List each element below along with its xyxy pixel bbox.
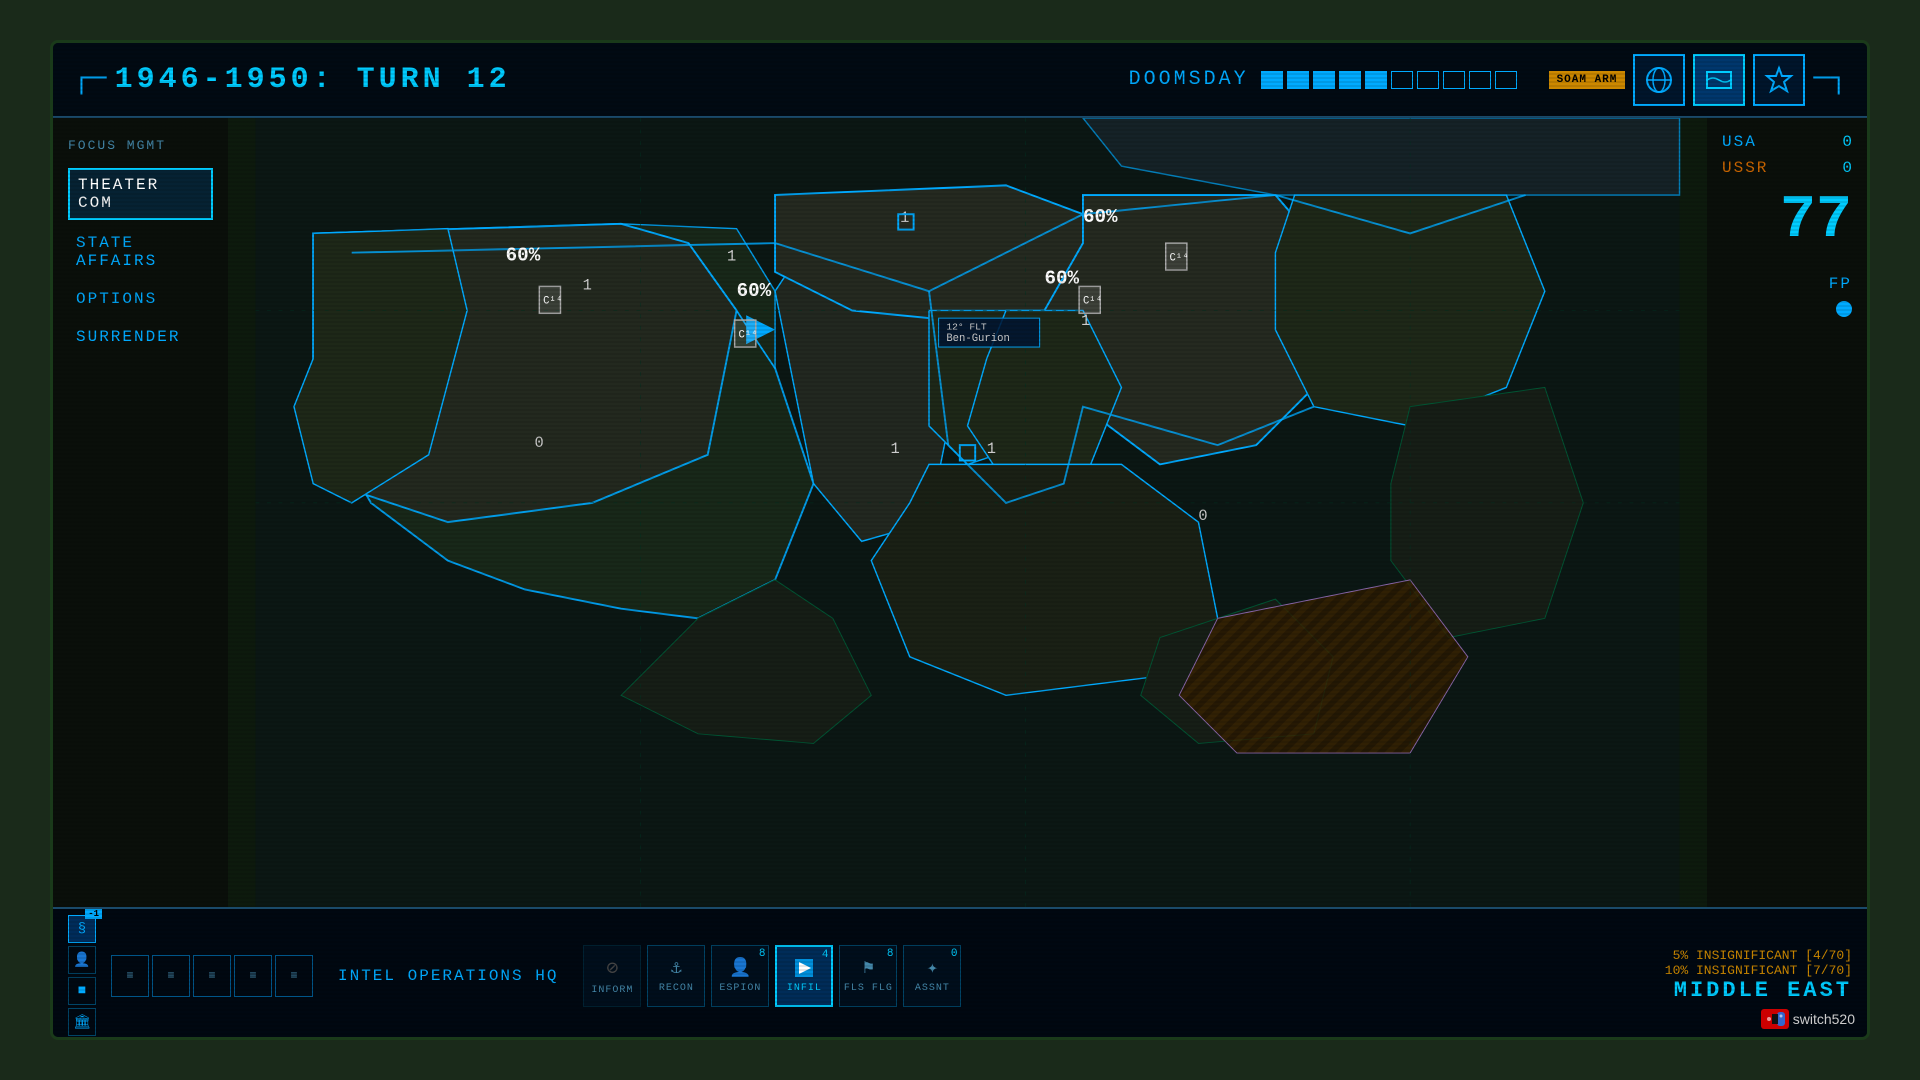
badge-icon[interactable]: § — [68, 915, 96, 943]
usa-label: USA — [1722, 133, 1757, 151]
svg-text:C¹⁴: C¹⁴ — [738, 329, 757, 341]
ussr-score: 0 — [1842, 159, 1852, 177]
doomsday-section: DOOMSDAY SOAM ARM — [1129, 54, 1806, 106]
switch-text: switch520 — [1793, 1011, 1855, 1027]
ops-btn-infil-label: INFIL — [787, 983, 822, 994]
stack-icon-4[interactable]: ≡ — [234, 955, 272, 997]
stack-icon-3[interactable]: ≡ — [193, 955, 231, 997]
svg-text:12° FLT: 12° FLT — [946, 322, 987, 333]
shield-icon[interactable]: ■ — [68, 977, 96, 1005]
bottom-panel: § -1 👤 ■ 🏛 ≡ ≡ ≡ ≡ ≡ INTEL OPERATIONS HQ — [53, 907, 1867, 1037]
doomsday-block-1 — [1261, 71, 1283, 89]
turn-title: 1946-1950: TURN 12 — [115, 63, 511, 97]
bracket-left: ┌─ — [73, 64, 107, 95]
fp-dot — [1836, 301, 1852, 317]
svg-text:1: 1 — [583, 276, 592, 294]
doomsday-label: DOOMSDAY — [1129, 68, 1249, 91]
sidebar: FOCUS MGMT THEATER COM STATE AFFAIRS OPT… — [53, 118, 228, 380]
doomsday-block-9 — [1469, 71, 1491, 89]
svg-text:60%: 60% — [737, 280, 772, 302]
focus-mgmt-label: FOCUS MGMT — [68, 138, 213, 153]
svg-text:Ben-Gurion: Ben-Gurion — [946, 333, 1009, 345]
usa-score-row: USA 0 — [1722, 133, 1852, 151]
stat-line2: 10% INSIGNIFICANT [7/70] — [1665, 963, 1852, 978]
switch-icon — [1761, 1009, 1789, 1029]
bottom-mini-icons: § -1 👤 ■ 🏛 — [68, 915, 96, 1036]
main-screen: ┌─ 1946-1950: TURN 12 DOOMSDAY SOAM ARM — [50, 40, 1870, 1040]
sidebar-item-surrender[interactable]: SURRENDER — [68, 322, 213, 352]
ops-btn-assnt[interactable]: 0 ✦ ASSNT — [903, 945, 961, 1007]
svg-text:60%: 60% — [1083, 206, 1118, 228]
doomsday-block-3 — [1313, 71, 1335, 89]
intel-hq-label: INTEL OPERATIONS HQ — [338, 967, 558, 985]
doomsday-block-5 — [1365, 71, 1387, 89]
switch-logo: switch520 — [1761, 1009, 1855, 1029]
ops-btn-espion[interactable]: 8 👤 ESPION — [711, 945, 769, 1007]
ops-btn-inform[interactable]: ⊘ INFORM — [583, 945, 641, 1007]
building-icon[interactable]: 🏛 — [68, 1008, 96, 1036]
svg-text:0: 0 — [535, 434, 544, 452]
stack-icon-1[interactable]: ≡ — [111, 955, 149, 997]
fp-label: FP — [1722, 275, 1852, 293]
stack-icon-2[interactable]: ≡ — [152, 955, 190, 997]
ops-btn-infil[interactable]: 4 INFIL — [775, 945, 833, 1007]
doomsday-block-2 — [1287, 71, 1309, 89]
person-icon[interactable]: 👤 — [68, 946, 96, 974]
vp-number: 77 — [1722, 187, 1852, 255]
doomsday-block-4 — [1339, 71, 1361, 89]
ops-btn-recon[interactable]: ⚓ RECON — [647, 945, 705, 1007]
sidebar-item-options[interactable]: OPTIONS — [68, 284, 213, 314]
ussr-score-row: USSR 0 — [1722, 159, 1852, 177]
ops-btn-espion-label: ESPION — [719, 983, 761, 994]
doomsday-block-7 — [1417, 71, 1439, 89]
usa-score: 0 — [1842, 133, 1852, 151]
map-area[interactable]: 60% 60% 60% 60% 1 1 1 1 1 1 0 0 C¹⁴ C¹⁴ — [228, 118, 1707, 907]
svg-text:C¹⁴: C¹⁴ — [1083, 296, 1102, 308]
svg-text:1: 1 — [891, 440, 900, 458]
ops-buttons: ⊘ INFORM ⚓ RECON 8 👤 ESPION 4 INFIL — [583, 945, 961, 1007]
svg-text:0: 0 — [1198, 507, 1207, 525]
stack-icon-5[interactable]: ≡ — [275, 955, 313, 997]
ops-btn-flsflg[interactable]: 8 ⚑ FLS FLG — [839, 945, 897, 1007]
svg-text:1: 1 — [727, 247, 736, 265]
star-icon-btn[interactable] — [1753, 54, 1805, 106]
svg-text:C¹⁴: C¹⁴ — [1170, 252, 1189, 264]
header-bar: ┌─ 1946-1950: TURN 12 DOOMSDAY SOAM ARM — [53, 43, 1867, 118]
doomsday-block-10 — [1495, 71, 1517, 89]
svg-text:1: 1 — [987, 440, 996, 458]
svg-text:1: 1 — [900, 209, 909, 227]
bracket-right: ─┐ — [1813, 64, 1847, 95]
region-label: MIDDLE EAST — [1665, 978, 1852, 1003]
ops-btn-flsflg-label: FLS FLG — [844, 983, 893, 994]
stat-line1: 5% INSIGNIFICANT [4/70] — [1665, 948, 1852, 963]
ussr-label: USSR — [1722, 159, 1768, 177]
globe-icon-btn[interactable] — [1633, 54, 1685, 106]
doomsday-blocks — [1261, 71, 1517, 89]
ops-btn-assnt-label: ASSNT — [915, 983, 950, 994]
ops-btn-inform-label: INFORM — [591, 985, 633, 996]
stack-icons-row: ≡ ≡ ≡ ≡ ≡ — [111, 955, 313, 997]
svg-text:60%: 60% — [1044, 267, 1079, 289]
sidebar-item-theater-com[interactable]: THEATER COM — [68, 168, 213, 220]
svg-text:60%: 60% — [506, 244, 541, 266]
score-panel: USA 0 USSR 0 77 FP — [1707, 118, 1867, 332]
world-map-icon-btn[interactable] — [1693, 54, 1745, 106]
svg-text:1: 1 — [1081, 312, 1090, 330]
sidebar-item-state-affairs[interactable]: STATE AFFAIRS — [68, 228, 213, 276]
header-icons: SOAM ARM — [1549, 54, 1806, 106]
bottom-controls: § -1 👤 ■ 🏛 ≡ ≡ ≡ ≡ ≡ INTEL OPERATIONS HQ — [53, 909, 1867, 1040]
ops-btn-recon-label: RECON — [659, 983, 694, 994]
doomsday-block-8 — [1443, 71, 1465, 89]
svg-text:C¹⁴: C¹⁴ — [543, 296, 562, 308]
region-stats: 5% INSIGNIFICANT [4/70] 10% INSIGNIFICAN… — [1665, 948, 1852, 1003]
doomsday-block-6 — [1391, 71, 1413, 89]
soam-arm-label: SOAM ARM — [1549, 71, 1626, 89]
